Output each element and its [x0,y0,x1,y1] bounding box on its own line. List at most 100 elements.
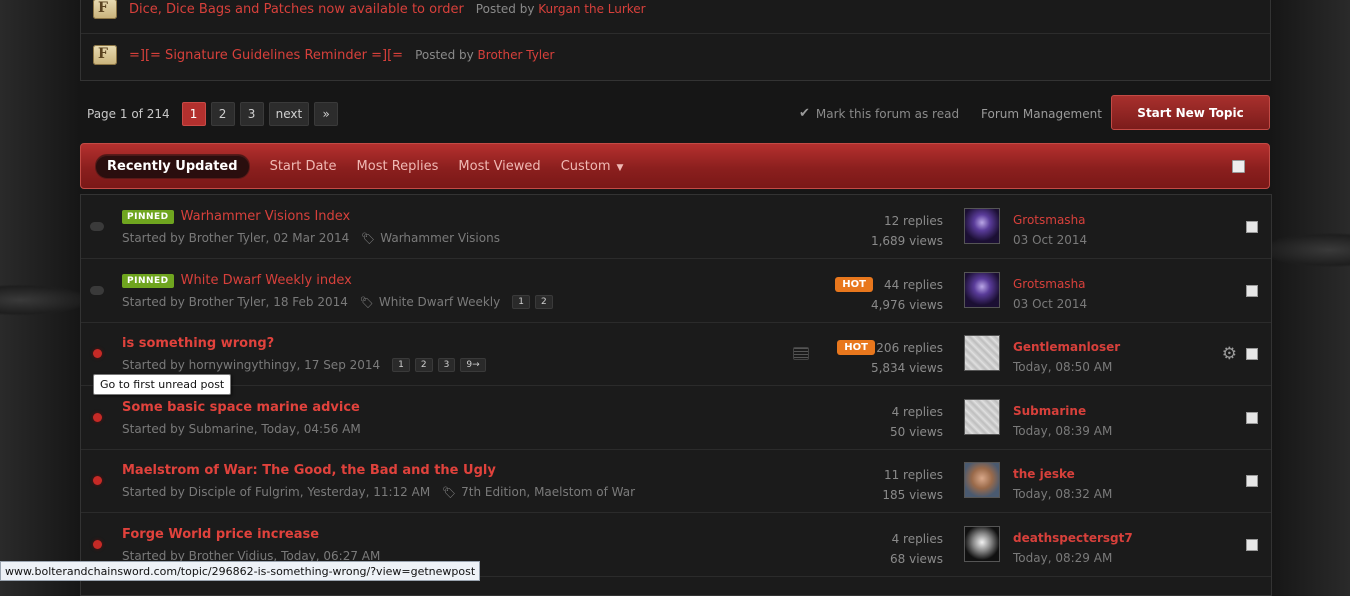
scroll-icon [93,45,117,65]
last-poster-link[interactable]: Grotsmasha [1013,210,1087,230]
last-poster-link[interactable]: Grotsmasha [1013,274,1087,294]
page-2-button[interactable]: 2 [210,102,235,126]
gear-icon[interactable]: ⚙ [1222,344,1237,364]
last-post-time[interactable]: Today, 08:39 AM [1013,421,1112,441]
unread-topic-icon[interactable] [93,349,102,358]
last-page-button[interactable]: » [314,102,339,126]
tab-custom[interactable]: Custom ▼ [561,159,624,174]
view-count: 50 views [890,425,943,439]
topic-page-link[interactable]: 1 [392,358,410,372]
reply-count: 4 replies [891,405,943,419]
last-post-time[interactable]: Today, 08:29 AM [1013,548,1133,568]
pinned-badge: PINNED [122,273,174,288]
last-post-time[interactable]: 03 Oct 2014 [1013,230,1087,250]
announcement-author-link[interactable]: Brother Tyler [478,48,555,62]
last-post-time[interactable]: 03 Oct 2014 [1013,294,1087,314]
mark-read-label: Mark this forum as read [815,106,960,121]
topic-list: PINNED Warhammer Visions Index Started b… [80,194,1272,596]
unread-topic-icon[interactable] [93,476,102,485]
avatar[interactable] [964,208,1000,244]
pinned-badge: PINNED [122,209,174,224]
tab-most-viewed[interactable]: Most Viewed [458,159,540,174]
announcement-author-link[interactable]: Kurgan the Lurker [538,2,645,16]
last-poster-link[interactable]: Gentlemanloser [1013,337,1120,357]
reply-count: 44 replies [883,278,943,292]
topic-page-link[interactable]: 3 [437,358,456,372]
view-count: 1,689 views [870,234,943,248]
topic-title-link[interactable]: is something wrong? [122,336,274,351]
page-count-label: Page 1 of 214 [87,107,170,121]
topic-started-by: Started by hornywingythingy, 17 Sep 2014 [122,358,381,372]
pagination: Page 1 of 214 1 2 3 next » [87,101,343,127]
table-row: is something wrong? Started by hornywing… [81,322,1271,386]
last-poster-link[interactable]: Submarine [1013,401,1112,421]
last-poster-link[interactable]: deathspectersgt7 [1013,528,1133,548]
view-count: 185 views [882,488,943,502]
next-page-button[interactable]: next [268,102,310,126]
topic-started-by: Started by Disciple of Fulgrim, Yesterda… [122,485,431,499]
topic-title-link[interactable]: Warhammer Visions Index [181,209,351,224]
table-row: PINNED White Dwarf Weekly index Started … [81,259,1271,323]
select-all-checkbox[interactable] [1232,160,1245,173]
topic-page-link[interactable]: 1 [512,295,530,309]
table-row: PINNED Warhammer Visions Index Started b… [81,195,1271,259]
topic-page-link[interactable]: 9→ [460,358,486,372]
scroll-icon [93,0,117,19]
topic-page-link[interactable]: 2 [534,295,553,309]
sort-bar: Recently Updated Start Date Most Replies… [80,143,1270,189]
chevron-down-icon: ▼ [616,163,624,173]
topic-select-checkbox[interactable] [1246,285,1258,297]
topic-select-checkbox[interactable] [1246,348,1258,360]
unread-topic-icon[interactable] [93,540,102,549]
last-poster-link[interactable]: the jeske [1013,464,1112,484]
unread-topic-icon[interactable] [93,413,102,422]
topic-title-link[interactable]: Some basic space marine advice [122,400,360,415]
topic-select-checkbox[interactable] [1246,475,1258,487]
avatar[interactable] [964,399,1000,435]
forum-management-link[interactable]: Forum Management [981,107,1102,121]
mark-forum-read-link[interactable]: ✔ Mark this forum as read [799,106,959,121]
page-3-button[interactable]: 3 [239,102,264,126]
hot-badge: HOT [837,340,875,355]
table-row: Some basic space marine advice Started b… [81,386,1271,450]
topic-select-checkbox[interactable] [1246,539,1258,551]
topic-title-link[interactable]: Forge World price increase [122,527,319,542]
topic-tag-link[interactable]: Warhammer Visions [380,231,500,245]
reply-count: 12 replies [883,214,943,228]
topic-tag-link[interactable]: 7th Edition, Maelstom of War [461,485,635,499]
topic-select-checkbox[interactable] [1246,412,1258,424]
page-1-button[interactable]: 1 [181,102,206,126]
start-new-topic-button[interactable]: Start New Topic [1111,95,1270,130]
avatar[interactable] [964,462,1000,498]
reply-count: 4 replies [891,532,943,546]
announcement-row: Dice, Dice Bags and Patches now availabl… [93,0,646,21]
view-count: 68 views [890,552,943,566]
topic-tag-link[interactable]: White Dwarf Weekly [379,295,500,309]
posted-by-label: Posted by [415,48,474,62]
checkmark-icon: ✔ [799,106,810,121]
divider [81,33,1270,34]
topic-title-link[interactable]: Maelstrom of War: The Good, the Bad and … [122,463,496,478]
view-count: 4,976 views [870,298,943,312]
announcement-title-link[interactable]: =][= Signature Guidelines Reminder =][= [129,48,403,63]
avatar[interactable] [964,272,1000,308]
tab-start-date[interactable]: Start Date [270,159,337,174]
browser-status-bar: www.bolterandchainsword.com/topic/296862… [0,561,481,581]
announcements-panel: Dice, Dice Bags and Patches now availabl… [80,0,1271,81]
last-post-time[interactable]: Today, 08:32 AM [1013,484,1112,504]
tag-icon: 🏷 [359,295,374,309]
view-count: 5,834 views [870,361,943,375]
topic-title-link[interactable]: White Dwarf Weekly index [181,273,352,288]
topic-select-checkbox[interactable] [1246,221,1258,233]
last-post-time[interactable]: Today, 08:50 AM [1013,357,1120,377]
avatar[interactable] [964,526,1000,562]
avatar[interactable] [964,335,1000,371]
read-topic-icon [90,222,104,231]
tag-icon: 🏷 [361,231,376,245]
hot-badge: HOT [835,277,873,292]
announcement-title-link[interactable]: Dice, Dice Bags and Patches now availabl… [129,2,464,17]
preview-icon[interactable] [793,347,809,360]
tab-most-replies[interactable]: Most Replies [357,159,439,174]
topic-page-link[interactable]: 2 [414,358,433,372]
tab-recently-updated[interactable]: Recently Updated [95,154,250,179]
